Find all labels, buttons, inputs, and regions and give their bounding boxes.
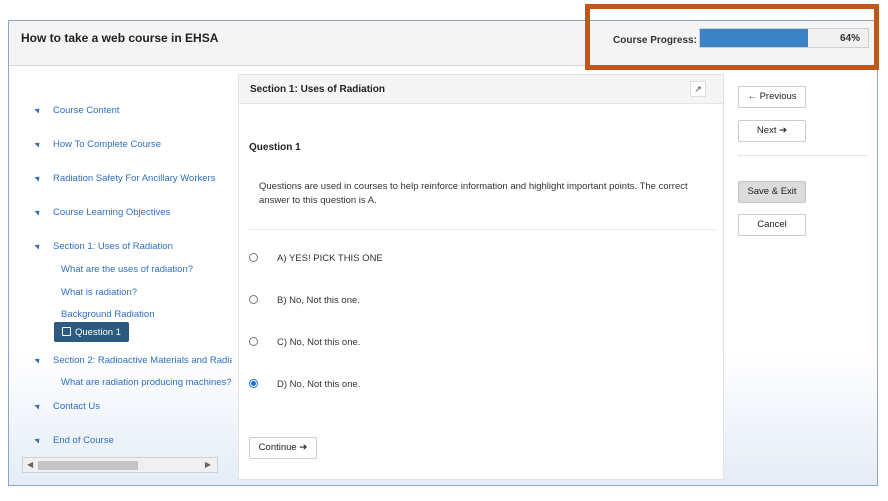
section-title: Section 1: Uses of Radiation xyxy=(250,84,386,95)
nav-item-label: Course Learning Objectives xyxy=(53,207,171,218)
caret-icon xyxy=(34,140,42,148)
question-text: Questions are used in courses to help re… xyxy=(259,181,688,206)
radio-button[interactable] xyxy=(249,337,258,346)
answer-option-c[interactable]: C) No, Not this one. xyxy=(249,337,360,348)
nav-item-end-of-course[interactable]: End of Course xyxy=(17,435,114,446)
action-buttons: ← Previous Next ➔ Save & Exit Cancel xyxy=(738,86,868,246)
option-label: C) No, Not this one. xyxy=(277,337,361,348)
save-exit-button[interactable]: Save & Exit xyxy=(738,181,806,203)
caret-icon xyxy=(34,174,42,182)
sub-item-question-1-active[interactable]: Question 1 xyxy=(54,322,129,342)
course-title: How to take a web course in EHSA xyxy=(21,31,219,45)
caret-icon xyxy=(34,208,42,216)
question-panel: Section 1: Uses of Radiation ↗ Question … xyxy=(238,74,724,480)
answer-option-a[interactable]: A) YES! PICK THIS ONE xyxy=(249,253,383,264)
sub-item-background-radiation[interactable]: Background Radiation xyxy=(61,309,154,320)
radio-button[interactable] xyxy=(249,295,258,304)
sidebar-horizontal-scrollbar[interactable]: ◀ ▶ xyxy=(22,457,218,473)
progress-percent: 64% xyxy=(839,33,860,44)
progress-label: Course Progress: xyxy=(613,35,697,46)
scroll-left-arrow-icon[interactable]: ◀ xyxy=(27,460,33,469)
option-label: A) YES! PICK THIS ONE xyxy=(277,253,383,264)
active-item-label: Question 1 xyxy=(75,327,121,338)
nav-item-label: Section 1: Uses of Radiation xyxy=(53,241,173,252)
nav-item-label: End of Course xyxy=(53,435,114,446)
nav-item-radiation-safety[interactable]: Radiation Safety For Ancillary Workers xyxy=(17,173,215,184)
question-title: Question 1 xyxy=(249,142,301,153)
caret-icon xyxy=(34,106,42,114)
panel-header: Section 1: Uses of Radiation ↗ xyxy=(239,75,723,104)
radio-button[interactable] xyxy=(249,253,258,262)
nav-item-label: How To Complete Course xyxy=(53,139,162,150)
progress-bar: 64% xyxy=(699,28,869,48)
sub-item-uses-of-radiation[interactable]: What are the uses of radiation? xyxy=(61,264,193,275)
header-bar: How to take a web course in EHSA Course … xyxy=(9,21,877,66)
sub-item-what-is-radiation[interactable]: What is radiation? xyxy=(61,287,137,298)
nav-item-learning-objectives[interactable]: Course Learning Objectives xyxy=(17,207,170,218)
course-progress: Course Progress: 64% xyxy=(589,21,877,65)
scrollbar-thumb[interactable] xyxy=(38,461,138,470)
nav-item-section-1[interactable]: Section 1: Uses of Radiation xyxy=(17,241,173,252)
caret-icon xyxy=(34,356,42,364)
nav-item-label: Section 2: Radioactive Materials and Rad… xyxy=(53,355,232,366)
nav-item-label: Radiation Safety For Ancillary Workers xyxy=(53,173,216,184)
expand-icon[interactable]: ↗ xyxy=(690,81,706,97)
caret-icon xyxy=(34,436,42,444)
caret-icon xyxy=(34,242,42,250)
sub-item-radiation-machines[interactable]: What are radiation producing machines? xyxy=(61,377,232,388)
option-label: D) No, Not this one. xyxy=(277,379,361,390)
caret-icon xyxy=(34,402,42,410)
continue-button[interactable]: Continue ➔ xyxy=(249,437,317,459)
checkbox-icon xyxy=(62,327,71,336)
answer-option-d[interactable]: D) No, Not this one. xyxy=(249,379,360,390)
nav-item-label: Course Content xyxy=(53,105,120,116)
course-outline-sidebar: Course Content How To Complete Course Ra… xyxy=(17,91,232,501)
divider xyxy=(249,229,715,230)
radio-button-selected[interactable] xyxy=(249,379,258,388)
option-label: B) No, Not this one. xyxy=(277,295,360,306)
progress-fill xyxy=(700,29,808,47)
nav-item-label: Contact Us xyxy=(53,401,100,412)
cancel-button[interactable]: Cancel xyxy=(738,214,806,236)
nav-item-how-to-complete[interactable]: How To Complete Course xyxy=(17,139,161,150)
next-button[interactable]: Next ➔ xyxy=(738,120,806,142)
previous-button[interactable]: ← Previous xyxy=(738,86,806,108)
divider xyxy=(738,155,868,156)
answer-option-b[interactable]: B) No, Not this one. xyxy=(249,295,360,306)
nav-item-section-2[interactable]: Section 2: Radioactive Materials and Rad… xyxy=(17,355,232,366)
nav-item-contact-us[interactable]: Contact Us xyxy=(17,401,100,412)
scroll-right-arrow-icon[interactable]: ▶ xyxy=(205,460,211,469)
nav-item-course-content[interactable]: Course Content xyxy=(17,105,120,116)
